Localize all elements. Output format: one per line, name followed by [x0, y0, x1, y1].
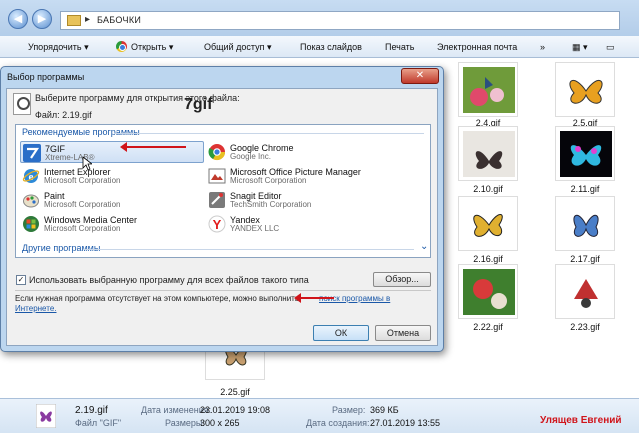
share-button[interactable]: Общий доступ ▾ — [204, 42, 272, 53]
program-publisher: YANDEX LLC — [230, 224, 280, 233]
program-publisher: TechSmith Corporation — [230, 200, 312, 209]
chrome-icon — [208, 144, 226, 161]
divider — [15, 290, 431, 291]
recommended-programs-header: Рекомендуемые программы — [22, 127, 140, 137]
address-bar[interactable]: ▸ БАБОЧКИ — [60, 11, 620, 30]
thumbnail-2-5[interactable] — [555, 62, 615, 117]
file-name: 2.23.gif — [570, 322, 600, 332]
slideshow-button[interactable]: Показ слайдов — [300, 42, 362, 52]
annotation-arrow-icon — [120, 142, 186, 152]
cancel-button[interactable]: Отмена — [375, 325, 431, 341]
always-use-label[interactable]: Использовать выбранную программу для все… — [29, 275, 309, 285]
file-name: 2.11.gif — [570, 184, 600, 194]
hint-text: Если нужная программа отсутствует на это… — [15, 294, 300, 303]
more-commands-icon[interactable]: » — [540, 42, 545, 52]
file-caption: 7gif — [184, 96, 213, 113]
details-created-key: Дата создания: — [306, 418, 370, 428]
breadcrumb-arrow-icon[interactable]: ▸ — [85, 14, 90, 25]
file-name: 2.16.gif — [473, 254, 503, 264]
thumbnail-2-11[interactable] — [555, 126, 615, 181]
dialog-title: Выбор программы — [7, 72, 85, 82]
details-file-type: Файл "GIF" — [75, 418, 122, 428]
details-dims-value: 300 x 265 — [200, 418, 240, 428]
back-icon[interactable]: ◀ — [8, 9, 28, 29]
command-bar: Упорядочить ▾ Открыть ▾ Общий доступ ▾ П… — [0, 36, 639, 58]
program-publisher: Microsoft Corporation — [44, 200, 121, 209]
program-item-paint[interactable]: Paint Microsoft Corporation — [20, 189, 204, 211]
svg-text:Y: Y — [213, 217, 222, 232]
thumbnail-2-22[interactable] — [458, 264, 518, 319]
details-pane: 2.19.gif Файл "GIF" Дата изменения: 23.0… — [0, 398, 639, 433]
file-name-label: Файл: 2.19.gif — [35, 110, 92, 120]
internet-explorer-icon: e — [22, 169, 40, 183]
program-item-google-chrome[interactable]: Google Chrome Google Inc. — [206, 141, 406, 163]
browse-button[interactable]: Обзор... — [373, 272, 431, 287]
view-options-icon[interactable]: ▦ ▾ — [572, 42, 588, 53]
thumbnail-2-16[interactable] — [458, 196, 518, 251]
details-created-value: 27.01.2019 13:55 — [370, 418, 441, 428]
details-dims-key: Размеры: — [165, 418, 205, 428]
program-publisher: Microsoft Corporation — [230, 176, 307, 185]
program-publisher: Microsoft Corporation — [44, 176, 121, 185]
breadcrumb[interactable]: БАБОЧКИ — [97, 15, 141, 25]
program-item-snagit-editor[interactable]: Snagit Editor TechSmith Corporation — [206, 189, 406, 211]
details-size-value: 369 КБ — [370, 405, 399, 415]
mouse-cursor-icon — [82, 156, 92, 171]
thumbnail-2-23[interactable] — [555, 264, 615, 319]
thumbnail-2-10[interactable] — [458, 126, 518, 181]
7gif-app-icon — [23, 144, 41, 162]
organize-button[interactable]: Упорядочить ▾ — [28, 42, 89, 53]
address-row: ◀ ▶ ▸ БАБОЧКИ — [0, 0, 639, 36]
close-icon[interactable]: ✕ — [401, 68, 439, 84]
author-watermark: Улящев Евгений — [540, 415, 622, 426]
open-button[interactable]: Открыть ▾ — [131, 42, 173, 53]
open-with-dialog: Выбор программы ✕ Выберите программу для… — [0, 66, 444, 352]
paint-icon — [23, 194, 39, 208]
divider — [84, 249, 414, 250]
chevron-down-icon[interactable]: ⌄ — [420, 241, 428, 252]
file-name: 2.10.gif — [473, 184, 503, 194]
program-publisher: Microsoft Corporation — [44, 224, 121, 233]
email-button[interactable]: Электронная почта — [437, 42, 517, 52]
program-publisher: Google Inc. — [230, 152, 271, 161]
details-file-name: 2.19.gif — [75, 405, 108, 416]
program-list: Рекомендуемые программы 7GIF Xtreme-LAB®… — [15, 124, 431, 258]
details-modified-value: 23.01.2019 19:08 — [200, 405, 271, 415]
yandex-icon: Y — [208, 215, 226, 233]
program-item-windows-media-center[interactable]: Windows Media Center Microsoft Corporati… — [20, 213, 204, 235]
program-item-internet-explorer[interactable]: e Internet Explorer Microsoft Corporatio… — [20, 165, 204, 187]
windows-logo-icon — [23, 216, 39, 232]
dialog-body: Выберите программу для открытия этого фа… — [6, 88, 438, 346]
details-size-key: Размер: — [332, 405, 366, 415]
program-item-picture-manager[interactable]: Microsoft Office Picture Manager Microso… — [206, 165, 426, 187]
program-item-7gif[interactable]: 7GIF Xtreme-LAB® — [20, 141, 204, 163]
file-search-icon — [13, 93, 31, 115]
web-search-link-end[interactable]: Интернете. — [15, 304, 57, 313]
selected-file-thumbnail — [36, 404, 56, 428]
program-item-yandex[interactable]: Y Yandex YANDEX LLC — [206, 213, 406, 235]
thumbnail-2-17[interactable] — [555, 196, 615, 251]
forward-icon[interactable]: ▶ — [32, 9, 52, 29]
annotation-arrow-icon — [294, 293, 334, 303]
folder-icon — [67, 15, 81, 26]
file-name: 2.25.gif — [220, 387, 250, 397]
chrome-icon — [116, 41, 127, 52]
other-programs-header[interactable]: Другие программы — [22, 243, 100, 253]
thumbnail-2-4[interactable] — [458, 62, 518, 117]
always-use-checkbox[interactable]: ✓ — [16, 275, 26, 285]
picture-manager-icon — [208, 168, 226, 184]
divider — [114, 133, 424, 134]
snagit-icon — [209, 192, 225, 208]
file-name: 2.22.gif — [473, 322, 503, 332]
print-button[interactable]: Печать — [385, 42, 414, 52]
file-name: 2.17.gif — [570, 254, 600, 264]
preview-pane-icon[interactable]: ▭ — [606, 42, 615, 53]
ok-button[interactable]: ОК — [313, 325, 369, 341]
